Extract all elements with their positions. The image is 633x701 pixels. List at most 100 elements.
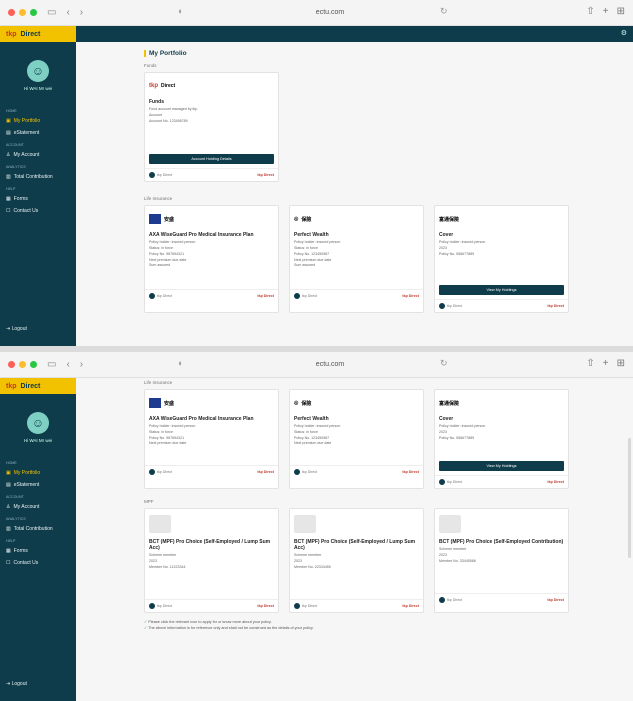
reload-icon[interactable]: ↻	[440, 358, 448, 369]
policy-card-funds[interactable]: tkp Direct Funds Fund account managed by …	[144, 72, 279, 183]
brand-logo[interactable]: tkp Direct	[0, 378, 76, 394]
form-icon: ▦	[6, 548, 11, 554]
card-brand-logo: 富通保險	[439, 216, 460, 223]
card-title: BCT (MPF) Pro Choice (Self-Employed / Lu…	[294, 539, 416, 552]
brand-logo[interactable]: tkp Direct	[0, 26, 76, 42]
policy-card-mpf[interactable]: BCT (MPF) Pro Choice (Self-Employed Cont…	[434, 508, 569, 613]
sidebar-item-contact-us[interactable]: ☐ Contact Us	[0, 557, 76, 569]
card-title: Perfect Wealth	[294, 232, 329, 239]
reload-icon[interactable]: ↻	[440, 6, 448, 17]
main-content: ⚙ My Portfolio Funds tkp Direct Funds Fun…	[76, 26, 633, 346]
card-brand-logo: 安盛	[149, 212, 274, 226]
browser-window-top: ▭ ‹ › ◐ ectu.com ↻ ⇧ + ⊞ tkp Direct ☺ Hi …	[0, 0, 633, 346]
card-brand-logo: 富通保險	[439, 400, 460, 407]
provider-icon	[439, 596, 445, 603]
sidebar-item-my-account[interactable]: ♙ My Account	[0, 149, 76, 161]
window-controls	[8, 9, 37, 16]
new-tab-icon[interactable]: +	[603, 358, 609, 369]
card-footer: tkp Direct tkp Direct	[435, 298, 568, 312]
account-holding-details-button[interactable]: Account Holding Details	[149, 154, 274, 165]
view-my-holdings-button[interactable]: View My Holdings	[439, 284, 564, 295]
section-title-mpf: MPF	[144, 499, 154, 505]
privacy-shield-icon[interactable]: ◐	[178, 358, 183, 368]
policy-card-life[interactable]: 安盛 AXA WiseGuard Pro Medical Insurance P…	[144, 205, 279, 313]
browser-toolbar: ▭ ‹ › ◐ ectu.com ↻ ⇧ + ⊞	[0, 352, 633, 378]
policy-card-life[interactable]: 富通保險 Cover Policy holder: insured person…	[434, 389, 569, 490]
sidebar-item-my-portfolio[interactable]: ▣ My Portfolio	[0, 115, 76, 127]
view-my-holdings-button[interactable]: View My Holdings	[439, 461, 564, 472]
provider-icon	[439, 302, 445, 309]
policy-card-life[interactable]: 安盛 AXA WiseGuard Pro Medical Insurance P…	[144, 389, 279, 490]
card-brand-logo: ◎ 保險	[294, 400, 312, 407]
scrollbar[interactable]	[628, 438, 631, 558]
tkp-logo: tkp Direct	[402, 470, 419, 474]
tab-overview-icon[interactable]: ⊞	[617, 6, 625, 17]
provider-icon	[149, 469, 155, 475]
sidebar-toggle-icon[interactable]: ▭	[47, 7, 56, 18]
policy-card-life[interactable]: ◎ 保險 Perfect Wealth Policy holder: insure…	[289, 205, 424, 313]
policy-card-life[interactable]: ◎ 保險 Perfect Wealth Policy holder: insure…	[289, 389, 424, 490]
minimize-window-button[interactable]	[19, 9, 26, 16]
top-header: ⚙	[76, 26, 633, 42]
settings-icon[interactable]: ⚙	[621, 29, 627, 37]
new-tab-icon[interactable]: +	[603, 6, 609, 17]
sidebar-item-forms[interactable]: ▦ Forms	[0, 193, 76, 205]
card-footer: tkp Direct tkp Direct	[145, 168, 278, 181]
policy-card-mpf[interactable]: BCT (MPF) Pro Choice (Self-Employed / Lu…	[289, 508, 424, 613]
policy-card-life[interactable]: 富通保險 Cover Policy holder: insured person…	[434, 205, 569, 313]
section-title-funds: Funds	[144, 63, 157, 68]
back-icon[interactable]: ‹	[66, 359, 69, 370]
zoom-window-button[interactable]	[30, 9, 37, 16]
browser-window-bottom: ▭ ‹ › ◐ ectu.com ↻ ⇧ + ⊞ tkp Direct ☺ Hi …	[0, 352, 633, 701]
card-footer: tkp Direct tkp Direct	[290, 289, 423, 302]
provider-icon	[439, 479, 445, 486]
forward-icon[interactable]: ›	[80, 7, 83, 18]
sidebar-item-estatement[interactable]: ▤ eStatement	[0, 127, 76, 139]
browser-toolbar: ▭ ‹ › ◐ ectu.com ↻ ⇧ + ⊞	[0, 0, 633, 26]
sidebar-item-estatement[interactable]: ▤ eStatement	[0, 479, 76, 491]
card-title: BCT (MPF) Pro Choice (Self-Employed Cont…	[439, 539, 564, 546]
avatar: ☺	[27, 60, 49, 82]
tab-overview-icon[interactable]: ⊞	[617, 358, 625, 369]
briefcase-icon: ▣	[6, 470, 11, 476]
sidebar-item-contact-us[interactable]: ☐ Contact Us	[0, 205, 76, 217]
minimize-window-button[interactable]	[19, 361, 26, 368]
sidebar-nav: Home ▣ My Portfolio ▤ eStatement Account ♙…	[0, 457, 76, 569]
back-icon[interactable]: ‹	[66, 7, 69, 18]
card-brand-logo: tkp Direct	[149, 83, 176, 89]
policy-card-mpf[interactable]: BCT (MPF) Pro Choice (Self-Employed / Lu…	[144, 508, 279, 613]
card-brand-logo: 安盛	[149, 396, 274, 410]
close-window-button[interactable]	[8, 361, 15, 368]
sidebar-item-total-contribution[interactable]: ▥ Total Contribution	[0, 171, 76, 183]
sidebar: tkp Direct ☺ Hi WAI Mr wei Home ▣ My Portf…	[0, 378, 76, 701]
card-footer: tkp Direct tkp Direct	[290, 465, 423, 478]
document-icon: ▤	[6, 130, 11, 136]
phone-icon: ☐	[6, 208, 11, 214]
provider-logo-placeholder	[149, 515, 171, 534]
sidebar-toggle-icon[interactable]: ▭	[47, 359, 56, 370]
card-title: Funds	[149, 99, 164, 105]
life-card-list: 安盛 AXA WiseGuard Pro Medical Insurance P…	[144, 389, 569, 490]
share-icon[interactable]: ⇧	[586, 358, 594, 369]
sidebar-item-my-portfolio[interactable]: ▣ My Portfolio	[0, 467, 76, 479]
footnote: ✓ Please click the relevant icon to appl…	[144, 619, 314, 630]
sidebar-item-my-account[interactable]: ♙ My Account	[0, 501, 76, 513]
tkp-logo: tkp Direct	[547, 480, 564, 485]
address-bar[interactable]: ectu.com	[195, 358, 465, 372]
zoom-window-button[interactable]	[30, 361, 37, 368]
user-icon: ♙	[6, 152, 11, 158]
provider-icon	[294, 469, 300, 475]
page-title: My Portfolio	[144, 50, 569, 57]
address-bar[interactable]: ectu.com	[195, 6, 465, 20]
privacy-shield-icon[interactable]: ◐	[178, 6, 183, 16]
forward-icon[interactable]: ›	[80, 359, 83, 370]
close-window-button[interactable]	[8, 9, 15, 16]
sidebar-item-total-contribution[interactable]: ▥ Total Contribution	[0, 523, 76, 535]
provider-logo-placeholder	[439, 515, 461, 534]
section-title-life: Life Insurance	[144, 380, 173, 385]
logout-button[interactable]: ⇥ Logout	[6, 326, 27, 332]
logout-button[interactable]: ⇥ Logout	[6, 681, 27, 687]
sidebar-item-forms[interactable]: ▦ Forms	[0, 545, 76, 557]
life-card-list: 安盛 AXA WiseGuard Pro Medical Insurance P…	[144, 205, 569, 313]
share-icon[interactable]: ⇧	[586, 6, 594, 17]
